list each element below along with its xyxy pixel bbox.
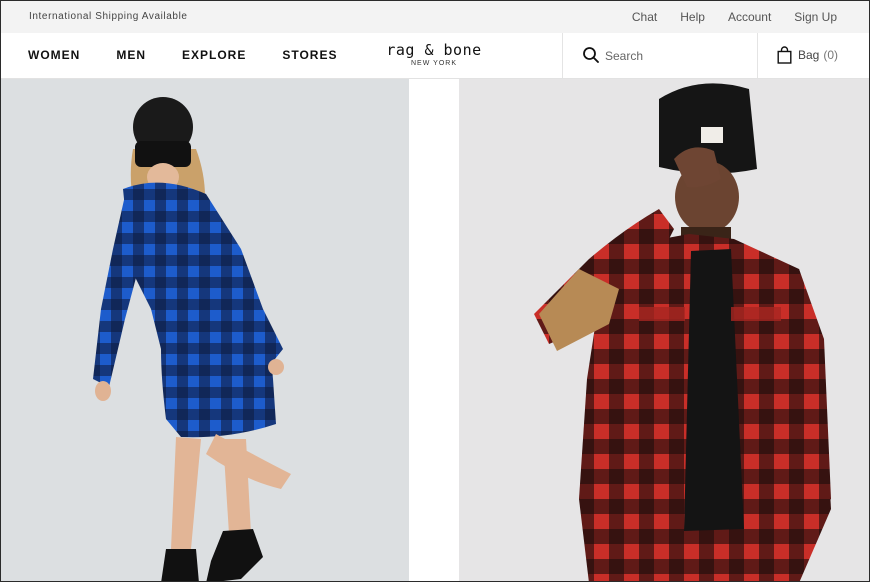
search-placeholder: Search [605, 49, 644, 63]
hero-section [1, 79, 869, 581]
womens-hero-image[interactable] [1, 79, 409, 581]
logo-subtitle: NEW YORK [411, 60, 457, 67]
help-link[interactable]: Help [680, 10, 705, 24]
main-nav: WOMEN MEN EXPLORE STORES rag & bone NEW … [1, 33, 869, 79]
brand-logo[interactable]: rag & bone NEW YORK [374, 41, 494, 67]
bag-button[interactable]: Bag (0) [777, 46, 838, 64]
sign-up-link[interactable]: Sign Up [794, 10, 837, 24]
man-model-illustration [534, 83, 831, 581]
page-frame: International Shipping Available Chat He… [0, 0, 870, 582]
bag-count: (0) [823, 48, 839, 62]
category-nav: WOMEN MEN EXPLORE STORES [28, 48, 337, 62]
account-link[interactable]: Account [728, 10, 771, 24]
shopping-bag-icon [777, 46, 792, 64]
nav-stores[interactable]: STORES [282, 48, 337, 62]
woman-model-illustration [93, 97, 291, 581]
logo-wordmark: rag & bone [386, 41, 482, 59]
nav-explore[interactable]: EXPLORE [182, 48, 246, 62]
utility-bar: International Shipping Available Chat He… [1, 1, 869, 33]
bag-label: Bag [798, 48, 820, 62]
search-icon [583, 47, 599, 63]
panel-divider [409, 79, 459, 581]
mens-hero-image[interactable] [459, 79, 869, 581]
shipping-promo: International Shipping Available [29, 11, 188, 22]
nav-men[interactable]: MEN [116, 48, 146, 62]
search-input[interactable]: Search [562, 33, 758, 78]
utility-links: Chat Help Account Sign Up [632, 10, 837, 24]
nav-women[interactable]: WOMEN [28, 48, 80, 62]
chat-link[interactable]: Chat [632, 10, 657, 24]
